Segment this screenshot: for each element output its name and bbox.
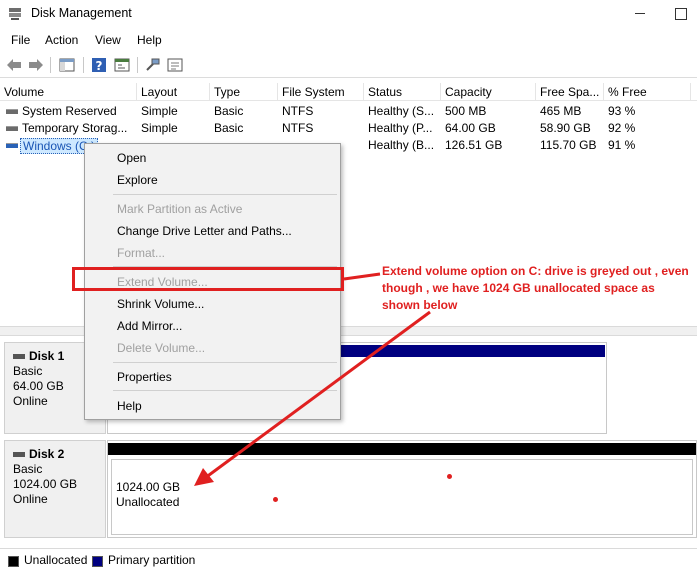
menu-separator [113,194,337,195]
volume-name: System Reserved [22,104,117,118]
volume-file-system: NTFS [282,121,314,135]
disk-icon [13,354,25,359]
column-header-volume[interactable]: Volume [0,83,137,101]
volume-percent-free: 92 % [608,121,636,135]
menu-view[interactable]: View [95,33,121,47]
volume-name: Temporary Storag... [22,121,128,135]
volume-percent-free: 91 % [608,138,636,152]
toolbar-separator [50,57,51,73]
toolbar-separator [83,57,84,73]
disk-state: Online [13,492,48,506]
toolbar: ? [0,52,697,78]
svg-text:?: ? [96,59,103,73]
volume-status: Healthy (S... [368,104,435,118]
ctx-open[interactable]: Open [117,151,146,165]
drive-icon [6,143,18,148]
annotation-highlight-box [72,267,344,291]
volume-free-space: 58.90 GB [540,121,591,135]
volume-status: Healthy (P... [368,121,433,135]
volume-layout: Simple [141,121,178,135]
title-bar: Disk Management [0,0,697,28]
volume-type: Basic [214,104,244,118]
ctx-shrink-volume[interactable]: Shrink Volume... [117,297,204,311]
volume-free-space: 115.70 GB [540,138,597,152]
legend-bar: Unallocated Primary partition [0,548,697,576]
ctx-change-drive-letter[interactable]: Change Drive Letter and Paths... [117,224,292,238]
window-title: Disk Management [31,6,132,20]
partition-label: Unallocated [116,495,180,509]
volume-capacity: 64.00 GB [445,121,496,135]
disk-2-partitions: 1024.00 GB Unallocated [107,440,697,538]
properties-icon[interactable] [113,56,131,74]
column-header-type[interactable]: Type [210,83,278,101]
menu-help[interactable]: Help [137,33,162,47]
volume-file-system: NTFS [282,104,314,118]
volume-capacity: 126.51 GB [445,138,503,152]
ctx-properties[interactable]: Properties [117,370,172,384]
console-tree-icon[interactable] [58,56,76,74]
volume-percent-free: 93 % [608,104,636,118]
volume-free-space: 465 MB [540,104,582,118]
menu-file[interactable]: File [11,33,30,47]
disk-icon [13,452,25,457]
partition-size: 1024.00 GB [116,480,181,494]
legend-label-primary: Primary partition [108,553,196,567]
menu-separator [113,390,337,391]
menu-action[interactable]: Action [45,33,78,47]
disk-2-label[interactable]: Disk 2 Basic 1024.00 GB Online [4,440,106,538]
column-header-capacity[interactable]: Capacity [441,83,536,101]
column-header-status[interactable]: Status [364,83,441,101]
disk-size: 1024.00 GB [13,477,78,491]
volume-capacity: 500 MB [445,104,487,118]
annotation-dot [273,497,278,502]
volume-status: Healthy (B... [368,138,435,152]
menu-bar: File Action View Help [0,30,697,50]
ctx-add-mirror[interactable]: Add Mirror... [117,319,182,333]
help-icon[interactable]: ? [90,56,108,74]
menu-separator [113,362,337,363]
volume-row[interactable]: Temporary Storag... Simple Basic NTFS He… [0,120,697,137]
forward-arrow-icon[interactable] [27,56,45,74]
ctx-mark-active[interactable]: Mark Partition as Active [117,202,242,216]
volume-list-header: Volume Layout Type File System Status Ca… [0,83,697,101]
column-header-percent-free[interactable]: % Free [604,83,691,101]
volume-type: Basic [214,121,244,135]
volume-row[interactable]: System Reserved Simple Basic NTFS Health… [0,103,697,120]
ctx-explore[interactable]: Explore [117,173,158,187]
unallocated-bar [108,443,696,455]
ctx-help[interactable]: Help [117,399,142,413]
annotation-text: Extend volume option on C: drive is grey… [382,264,689,312]
drive-icon [6,126,18,131]
unallocated-partition[interactable]: 1024.00 GB Unallocated [111,459,693,535]
annotation-dot [447,474,452,479]
ctx-delete-volume[interactable]: Delete Volume... [117,341,205,355]
column-header-free-space[interactable]: Free Spa... [536,83,604,101]
ctx-format[interactable]: Format... [117,246,165,260]
disk-name: Disk 2 [29,447,65,461]
back-arrow-icon[interactable] [5,56,23,74]
volume-layout: Simple [141,104,178,118]
legend-label-unallocated: Unallocated [24,553,88,567]
disk-management-window: Disk Management File Action View Help ? [0,0,697,576]
column-header-file-system[interactable]: File System [278,83,364,101]
connect-icon[interactable] [144,56,162,74]
disk-type: Basic [13,462,43,476]
legend-swatch-unallocated [8,556,19,567]
settings-icon[interactable] [166,56,184,74]
disk-name: Disk 1 [29,349,65,363]
minimize-button[interactable] [626,2,654,24]
toolbar-separator [137,57,138,73]
legend-swatch-primary [92,556,103,567]
column-header-layout[interactable]: Layout [137,83,210,101]
maximize-button[interactable] [666,2,694,24]
drive-icon [6,109,18,114]
disk-management-app-icon [9,8,21,20]
